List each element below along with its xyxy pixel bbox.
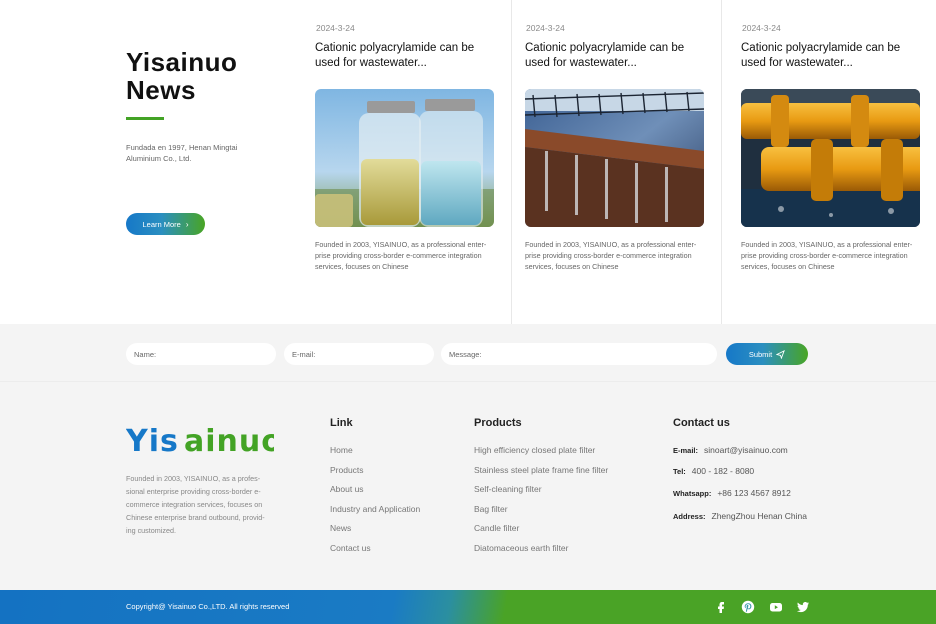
product-link[interactable]: Candle filter — [474, 523, 608, 543]
email-placeholder: E-mail: — [292, 349, 316, 359]
pipeline-photo[interactable] — [741, 89, 920, 227]
name-placeholder: Name: — [134, 349, 157, 359]
footer-link-industry[interactable]: Industry and Application — [330, 504, 420, 524]
news-card-date: 2024-3-24 — [316, 23, 355, 33]
product-link[interactable]: Self-cleaning filter — [474, 484, 608, 504]
submit-label: Submit — [748, 349, 773, 359]
footer-link-about[interactable]: About us — [330, 484, 420, 504]
water-treatment-photo[interactable] — [525, 89, 704, 227]
news-title-line1: Yisainuo — [126, 47, 238, 77]
message-input[interactable]: Message: — [441, 343, 717, 365]
glass-jars-photo[interactable] — [315, 89, 494, 227]
contact-address-value: ZhengZhou Henan China — [711, 511, 807, 521]
yisainuo-logo[interactable]: Yis ainuo — [125, 424, 282, 461]
news-title: Yisainuo News — [126, 48, 296, 104]
contact-whatsapp[interactable]: Whatsapp: +86 123 4567 8912 — [673, 488, 791, 498]
paper-plane-icon — [776, 349, 786, 359]
product-link[interactable]: High efficiency closed plate filter — [474, 445, 608, 465]
footer-link-news[interactable]: News — [330, 523, 420, 543]
contact-email-label: E-mail: — [673, 446, 699, 455]
news-card-title[interactable]: Cationic polyacrylamide can be used for … — [315, 41, 500, 71]
news-description: Fundada en 1997, Henan Mingtai Aluminium… — [126, 143, 238, 163]
chevron-right-icon: › — [185, 219, 189, 229]
contact-column-title: Contact us — [673, 417, 730, 429]
contact-whatsapp-label: Whatsapp: — [673, 489, 712, 498]
news-card-title[interactable]: Cationic polyacrylamide can be used for … — [741, 41, 926, 71]
contact-tel[interactable]: Tel: 400 - 182 - 8080 — [673, 466, 754, 476]
products-list: High efficiency closed plate filter Stai… — [474, 445, 608, 562]
copyright-text: Copyright@ Yisainuo Co.,LTD. All rights … — [126, 602, 290, 611]
name-input[interactable]: Name: — [126, 343, 276, 365]
news-card-text: Founded in 2003, YISAINUO, as a professi… — [525, 240, 697, 271]
link-list: Home Products About us Industry and Appl… — [330, 445, 420, 562]
pinterest-icon[interactable] — [741, 600, 755, 614]
contact-address: Address: ZhengZhou Henan China — [673, 511, 807, 521]
news-card-2[interactable]: 2024-3-24 Cationic polyacrylamide can be… — [525, 0, 715, 324]
news-card-1[interactable]: 2024-3-24 Cationic polyacrylamide can be… — [315, 0, 505, 324]
learn-more-label: Learn More — [142, 219, 181, 229]
footer: Yis ainuo Founded in 2003, YISAINUO, as … — [0, 382, 936, 590]
product-link[interactable]: Bag filter — [474, 504, 608, 524]
news-title-line2: News — [126, 75, 196, 105]
card-divider — [511, 0, 512, 324]
youtube-icon[interactable] — [769, 600, 783, 614]
news-card-text: Founded in 2003, YISAINUO, as a professi… — [741, 240, 913, 271]
link-column-title: Link — [330, 417, 353, 429]
product-link[interactable]: Stainless steel plate frame fine filter — [474, 465, 608, 485]
contact-whatsapp-value[interactable]: +86 123 4567 8912 — [717, 488, 791, 498]
copyright-bar: Copyright@ Yisainuo Co.,LTD. All rights … — [0, 590, 936, 624]
contact-email[interactable]: E-mail: sinoart@yisainuo.com — [673, 445, 788, 455]
contact-form: Name: E-mail: Message: Submit — [0, 324, 936, 382]
contact-email-value[interactable]: sinoart@yisainuo.com — [704, 445, 788, 455]
product-link[interactable]: Diatomaceous earth filter — [474, 543, 608, 563]
svg-text:ainuo: ainuo — [184, 424, 274, 456]
learn-more-button[interactable]: Learn More › — [126, 213, 205, 235]
facebook-icon[interactable] — [714, 600, 728, 614]
footer-link-contact[interactable]: Contact us — [330, 543, 420, 563]
svg-text:Yis: Yis — [126, 424, 179, 456]
footer-link-home[interactable]: Home — [330, 445, 420, 465]
news-card-date: 2024-3-24 — [526, 23, 565, 33]
twitter-icon[interactable] — [796, 600, 810, 614]
message-placeholder: Message: — [449, 349, 482, 359]
news-intro: Yisainuo News Fundada en 1997, Henan Min… — [126, 48, 296, 164]
contact-tel-value[interactable]: 400 - 182 - 8080 — [692, 466, 754, 476]
submit-button[interactable]: Submit — [726, 343, 808, 365]
products-column-title: Products — [474, 417, 522, 429]
news-card-3[interactable]: 2024-3-24 Cationic polyacrylamide can be… — [741, 0, 931, 324]
contact-tel-label: Tel: — [673, 467, 686, 476]
footer-link-products[interactable]: Products — [330, 465, 420, 485]
title-underline — [126, 117, 164, 120]
news-card-text: Founded in 2003, YISAINUO, as a professi… — [315, 240, 487, 271]
card-divider — [721, 0, 722, 324]
email-input[interactable]: E-mail: — [284, 343, 434, 365]
contact-address-label: Address: — [673, 512, 706, 521]
news-card-title[interactable]: Cationic polyacrylamide can be used for … — [525, 41, 710, 71]
footer-description: Founded in 2003, YISAINUO, as a profes-s… — [126, 474, 265, 535]
news-card-date: 2024-3-24 — [742, 23, 781, 33]
news-section: Yisainuo News Fundada en 1997, Henan Min… — [0, 0, 936, 324]
